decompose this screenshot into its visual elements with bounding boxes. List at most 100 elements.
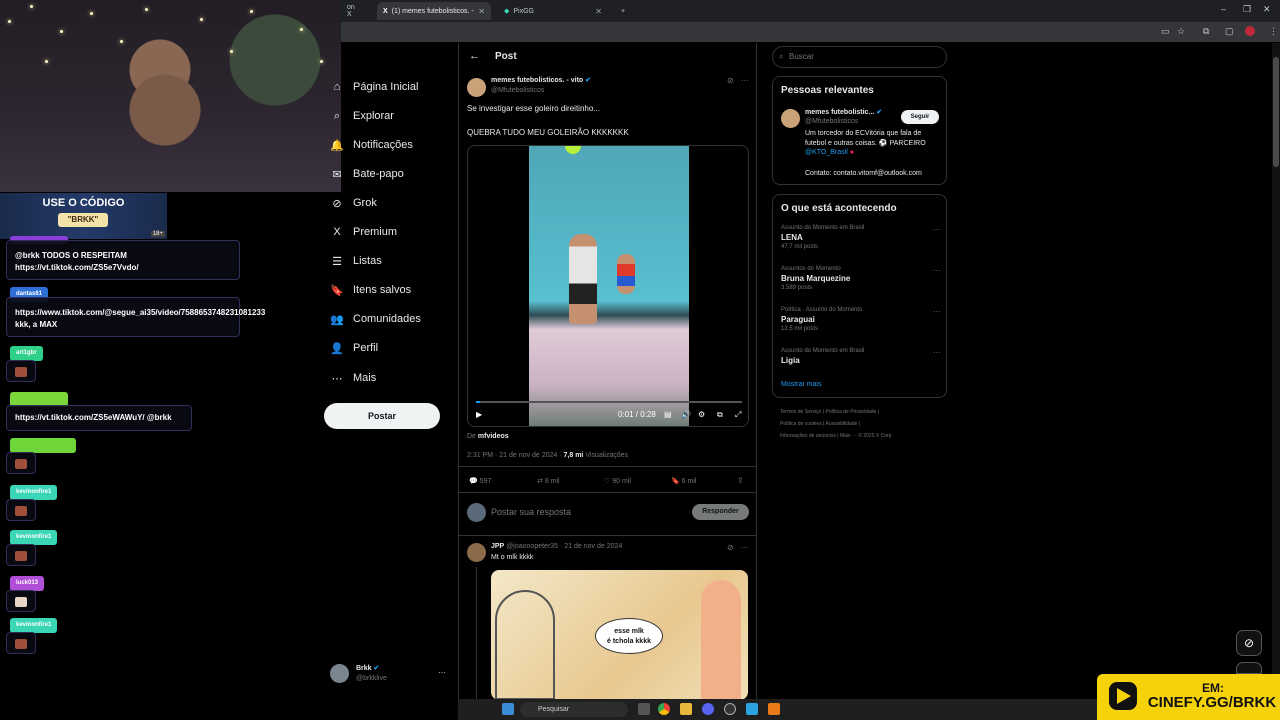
show-more-link[interactable]: Mostrar mais	[781, 381, 821, 388]
nav-label: Notificações	[353, 139, 413, 151]
close-icon[interactable]: ✕	[478, 7, 485, 16]
captions-icon[interactable]: ▤	[664, 410, 672, 419]
reply-author[interactable]: JPP	[491, 543, 504, 550]
nav-chat[interactable]: ✉ Bate-papo	[330, 164, 404, 184]
folder-icon[interactable]	[680, 703, 692, 715]
chrome-icon[interactable]	[658, 703, 670, 715]
maximize-icon[interactable]: ❐	[1243, 4, 1251, 15]
reply-input[interactable]: Postar sua resposta	[491, 507, 571, 517]
nav-communities[interactable]: 👥 Comunidades	[330, 309, 421, 329]
nav-home[interactable]: ⌂ Página Inicial	[330, 77, 419, 97]
settings-icon[interactable]: ⚙	[698, 410, 705, 419]
reply-button[interactable]: Responder	[692, 504, 749, 520]
cast-icon[interactable]: ▭	[1161, 26, 1170, 37]
extensions-icon[interactable]: ⧉	[1203, 26, 1209, 37]
messages-icon[interactable]	[1236, 662, 1262, 674]
search-input[interactable]: ⌕ Buscar	[772, 46, 947, 68]
post-detail-column: ← Post memes futebolisticos. - vito ✔ @M…	[458, 43, 757, 720]
trend-item[interactable]: Assunto do Momento em Brasil Ligia ···	[781, 348, 941, 365]
tab-2[interactable]: X (1) memes futebolisticos. - ✕	[377, 2, 491, 20]
avatar[interactable]	[781, 109, 800, 128]
author-name[interactable]: memes futebolisticos. - vito	[491, 77, 583, 84]
taskbar-search[interactable]: Pesquisar	[520, 702, 628, 717]
footer-links[interactable]: Termos de Serviço | Política de Privacid…	[780, 409, 879, 415]
trend-category: Assuntos do Momento	[781, 266, 841, 272]
relevant-people-panel: Pessoas relevantes memes futebolistic...…	[772, 76, 947, 185]
close-window-icon[interactable]: ✕	[1263, 4, 1271, 15]
video-player[interactable]: ▶ 0:01 / 0:28 ▤ 🔊 ⚙ ⧉ ⤢	[467, 145, 749, 427]
post-timestamp[interactable]: 2:31 PM · 21 de nov de 2024 ·	[467, 452, 562, 459]
footer-links[interactable]: Informações de anúncios | Mais ··· © 202…	[780, 433, 893, 439]
play-icon[interactable]: ▶	[476, 410, 482, 419]
more-icon[interactable]: ···	[933, 307, 941, 316]
more-icon[interactable]: ···	[438, 668, 446, 677]
post-button[interactable]: Postar	[324, 403, 440, 429]
more-icon[interactable]: ···	[933, 348, 941, 357]
bookmark-star-icon[interactable]: ☆	[1177, 26, 1185, 37]
trend-item[interactable]: Política · Assunto do Momento Paraguai 1…	[781, 307, 941, 332]
grok-icon[interactable]: ⊘	[1236, 630, 1262, 656]
reply-action[interactable]: 💬 597	[469, 477, 491, 485]
grok-icon[interactable]: ⊘	[727, 543, 734, 552]
bio-link[interactable]: @KTO_Brasil	[805, 149, 848, 156]
vlc-icon[interactable]	[768, 703, 780, 715]
menu-icon[interactable]: ⋮	[1269, 26, 1278, 37]
avatar[interactable]	[467, 78, 486, 97]
post-text: Se investigar esse goleiro direitinho...	[467, 104, 600, 113]
pip-icon[interactable]: ⧉	[717, 410, 723, 420]
close-icon[interactable]: ✕	[595, 7, 602, 16]
fullscreen-icon[interactable]: ⤢	[735, 410, 741, 420]
nav-label: Listas	[353, 255, 382, 267]
tab-1[interactable]: on X	[341, 2, 363, 20]
source-link[interactable]: mfvideos	[478, 433, 509, 440]
nav-explore[interactable]: ⌕ Explorar	[330, 106, 394, 126]
nav-profile[interactable]: 👤 Perfil	[330, 338, 378, 358]
reply-meta: @joaooopeter35 · 21 de nov de 2024	[506, 543, 623, 550]
emote-icon	[15, 597, 27, 607]
trend-item[interactable]: Assuntos do Momento Bruna Marquezine 3.5…	[781, 266, 941, 291]
grok-icon[interactable]: ⊘	[727, 76, 734, 85]
account-switcher[interactable]: Brkk ✔ @brkklive ···	[330, 662, 450, 686]
retweet-action[interactable]: ⇄ 8 mil	[537, 477, 560, 485]
nav-premium[interactable]: X Premium	[330, 222, 397, 242]
nav-grok[interactable]: ⊘ Grok	[330, 193, 376, 213]
volume-icon[interactable]: 🔊	[681, 410, 691, 419]
share-icon[interactable]: ⇪	[737, 476, 744, 485]
windows-start-icon[interactable]	[502, 703, 514, 715]
minimize-icon[interactable]: –	[1221, 4, 1226, 14]
discord-icon[interactable]	[702, 703, 714, 715]
like-action[interactable]: ♡ 90 mil	[604, 477, 631, 485]
nav-label: Bate-papo	[353, 168, 404, 180]
scrollbar[interactable]	[1272, 43, 1280, 693]
more-icon[interactable]: ···	[741, 543, 749, 552]
chat-username: kevinonfire1	[10, 618, 58, 633]
author-handle[interactable]: @Mfutebolisticos	[491, 87, 544, 94]
more-icon[interactable]: ···	[741, 76, 749, 85]
trend-item[interactable]: Assunto do Momento em Brasil LENA 47,7 m…	[781, 225, 941, 250]
avatar[interactable]	[467, 543, 486, 562]
task-view-icon[interactable]	[638, 703, 650, 715]
obs-icon[interactable]	[724, 703, 736, 715]
new-tab-button[interactable]: +	[615, 2, 631, 20]
avatar-icon[interactable]	[1245, 26, 1255, 36]
tab-3[interactable]: ◆ PixGG ✕	[498, 2, 608, 20]
people-icon: 👥	[330, 313, 344, 326]
nav-notifications[interactable]: 🔔 Notificações	[330, 135, 413, 155]
nav-lists[interactable]: ☰ Listas	[330, 251, 382, 271]
relevant-name[interactable]: memes futebolistic...	[805, 109, 874, 116]
footer-links[interactable]: Política de cookies | Acessibilidade |	[780, 421, 860, 427]
trend-category: Política · Assunto do Momento	[781, 307, 863, 313]
bookmark-action[interactable]: 🔖 6 mil	[671, 477, 696, 485]
nav-more[interactable]: ⋯ Mais	[330, 368, 377, 388]
more-icon[interactable]: ···	[933, 225, 941, 234]
back-arrow-icon[interactable]: ←	[469, 50, 480, 62]
more-icon[interactable]: ···	[933, 266, 941, 275]
telegram-icon[interactable]	[746, 703, 758, 715]
emote-icon	[15, 639, 27, 649]
nav-bookmarks[interactable]: 🔖 Itens salvos	[330, 280, 411, 300]
profile-icon[interactable]: ▢	[1225, 26, 1234, 37]
nav-label: Página Inicial	[353, 81, 419, 93]
follow-button[interactable]: Seguir	[901, 110, 939, 124]
reply-image[interactable]: esse mlk é tchola kkkk	[491, 570, 748, 700]
bookmark-count: 6 mil	[681, 478, 697, 485]
